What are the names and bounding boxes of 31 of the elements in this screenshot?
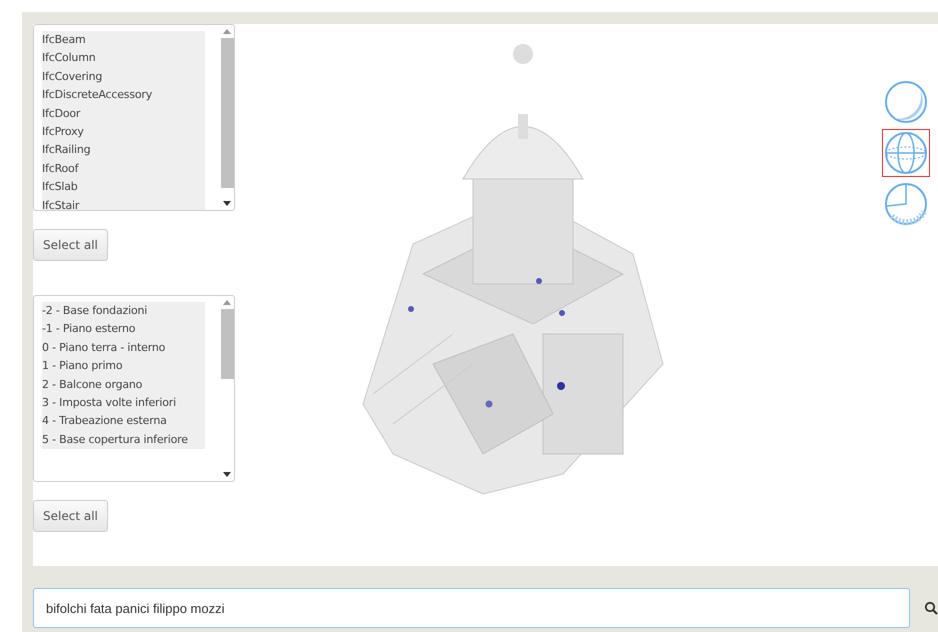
search-field[interactable]: bifolchi fata panici filippo mozzi — [33, 588, 910, 628]
list-item[interactable]: -2 - Base fondazioni — [42, 302, 205, 320]
select-all-button[interactable]: Select all — [33, 500, 108, 532]
scroll-up-arrow-icon[interactable] — [223, 300, 231, 305]
list-item[interactable]: IfcDoor — [42, 104, 205, 124]
sectioned-sphere-icon[interactable] — [882, 180, 930, 228]
list-item[interactable]: IfcStair — [42, 196, 205, 210]
scroll-down-arrow-icon[interactable] — [223, 472, 231, 477]
level-list[interactable]: -2 - Base fondazioni -1 - Piano esterno 0 - Piano terra - interno 1 - Piano primo 2 - Balcone organo 3 - Imposta volte inferiori 4 - Trabeazione esterna 5 - Base copertura inferiore — [33, 295, 235, 482]
select-all-button[interactable]: Select all — [33, 229, 108, 261]
type-list[interactable]: IfcBeam IfcColumn IfcCovering IfcDiscreteAccessory IfcDoor IfcProxy IfcRailing IfcRoof IfcSlab IfcStair — [33, 24, 235, 211]
list-item[interactable]: IfcBeam — [42, 31, 205, 50]
list-item[interactable]: IfcDiscreteAccessory — [42, 86, 205, 105]
list-item[interactable]: 1 - Piano primo — [42, 357, 205, 376]
list-item[interactable]: IfcRoof — [42, 160, 205, 178]
scroll-down-arrow-icon[interactable] — [223, 201, 231, 206]
list-item[interactable]: IfcCovering — [42, 68, 205, 86]
list-item[interactable]: 4 - Trabeazione esterna — [42, 412, 205, 431]
list-item[interactable]: 3 - Imposta volte inferiori — [42, 394, 205, 412]
list-item[interactable]: 5 - Base copertura inferiore — [42, 430, 205, 450]
list-item[interactable]: -1 - Piano esterno — [42, 320, 205, 339]
list-item[interactable]: 2 - Balcone organo — [42, 376, 205, 394]
list-item[interactable]: 0 - Piano terra - interno — [42, 338, 205, 358]
list-item[interactable]: IfcSlab — [42, 178, 205, 197]
shaded-sphere-icon[interactable] — [882, 78, 930, 126]
list-item[interactable]: IfcRailing — [42, 141, 205, 160]
wireframe-sphere-icon[interactable] — [882, 129, 930, 177]
list-item[interactable]: IfcColumn — [42, 49, 205, 68]
list-item[interactable]: IfcProxy — [42, 123, 205, 142]
scroll-up-arrow-icon[interactable] — [223, 29, 231, 34]
search-icon[interactable] — [924, 601, 938, 615]
